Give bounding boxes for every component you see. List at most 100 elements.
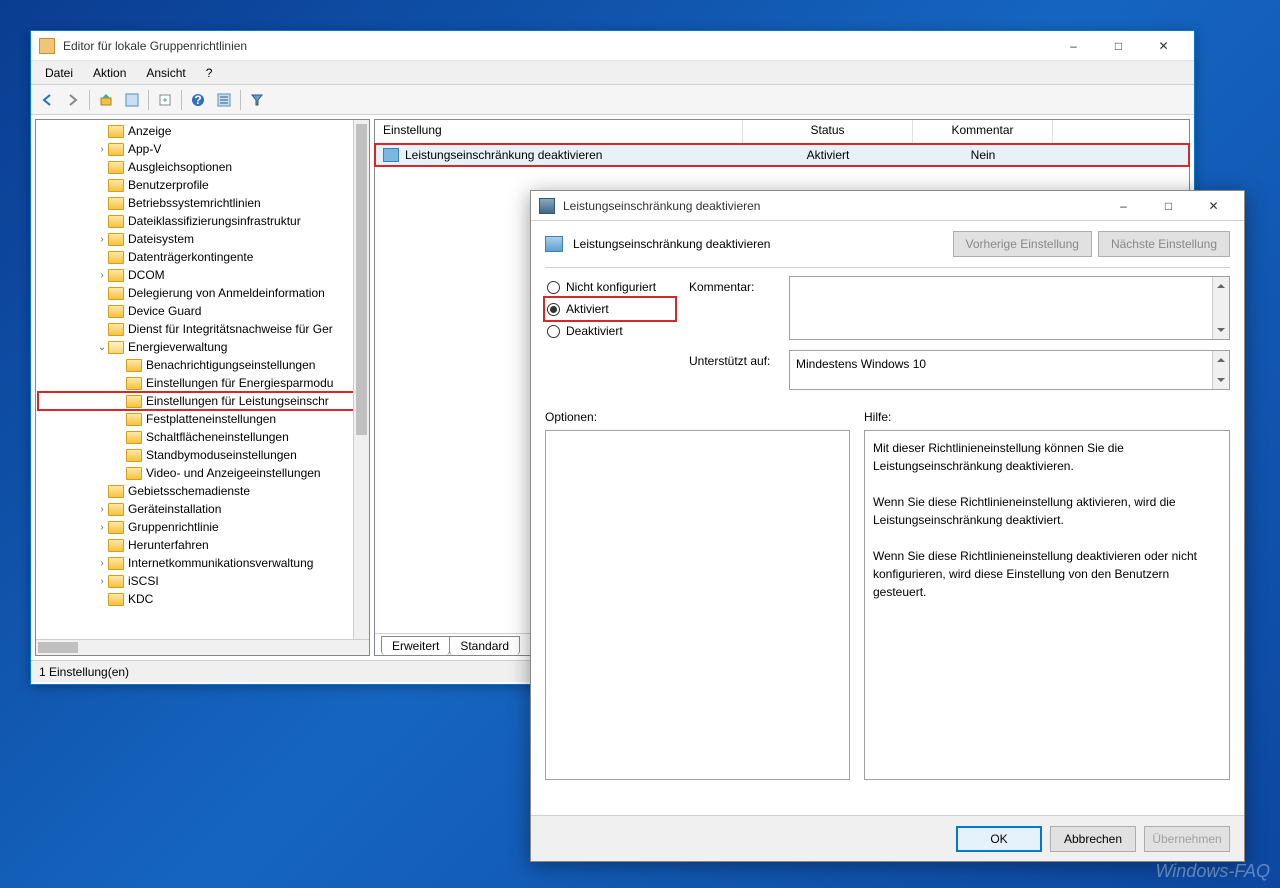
- dialog-minimize-button[interactable]: –: [1101, 192, 1146, 220]
- tab-extended[interactable]: Erweitert: [381, 636, 450, 655]
- folder-icon: [108, 575, 124, 588]
- tree-item-label: Dateisystem: [128, 232, 194, 246]
- tree-item[interactable]: ›Geräteinstallation: [38, 500, 367, 518]
- back-icon[interactable]: [35, 88, 59, 112]
- prev-setting-button[interactable]: Vorherige Einstellung: [953, 231, 1092, 257]
- scrollbar[interactable]: [1212, 277, 1229, 339]
- folder-icon: [108, 485, 124, 498]
- supported-textarea: Mindestens Windows 10: [789, 350, 1230, 390]
- nav-buttons: Vorherige Einstellung Nächste Einstellun…: [953, 231, 1230, 257]
- dialog-maximize-button[interactable]: □: [1146, 192, 1191, 220]
- policy-icon: [383, 148, 399, 162]
- tree-item-label: iSCSI: [128, 574, 159, 588]
- tree-item[interactable]: Dateiklassifizierungsinfrastruktur: [38, 212, 367, 230]
- tree-item[interactable]: Dienst für Integritätsnachweise für Ger: [38, 320, 367, 338]
- radio-enabled[interactable]: Aktiviert: [545, 298, 675, 320]
- properties-icon[interactable]: [120, 88, 144, 112]
- scrollbar[interactable]: [1212, 351, 1229, 389]
- tree-item[interactable]: Ausgleichsoptionen: [38, 158, 367, 176]
- folder-icon: [108, 233, 124, 246]
- help-icon[interactable]: ?: [186, 88, 210, 112]
- menu-action[interactable]: Aktion: [83, 64, 136, 82]
- col-comment[interactable]: Kommentar: [913, 120, 1053, 143]
- tab-standard[interactable]: Standard: [449, 636, 520, 655]
- tree-item-label: Datenträgerkontingente: [128, 250, 253, 264]
- ok-button[interactable]: OK: [956, 826, 1042, 852]
- expander-icon[interactable]: ⌄: [96, 342, 108, 353]
- up-icon[interactable]: [94, 88, 118, 112]
- comment-textarea[interactable]: [789, 276, 1230, 340]
- tree[interactable]: Anzeige›App-V Ausgleichsoptionen Benutzerp…: [36, 120, 369, 637]
- tree-item[interactable]: Anzeige: [38, 122, 367, 140]
- tree-item[interactable]: Benutzerprofile: [38, 176, 367, 194]
- expander-icon[interactable]: ›: [96, 576, 108, 587]
- filter-icon[interactable]: [245, 88, 269, 112]
- folder-icon: [126, 431, 142, 444]
- tree-item[interactable]: › iSCSI: [38, 572, 367, 590]
- radio-not-configured[interactable]: Nicht konfiguriert: [545, 276, 675, 298]
- dialog-titlebar[interactable]: Leistungseinschränkung deaktivieren – □ …: [531, 191, 1244, 221]
- list-icon[interactable]: [212, 88, 236, 112]
- radio-disabled[interactable]: Deaktiviert: [545, 320, 675, 342]
- tree-panel: Anzeige›App-V Ausgleichsoptionen Benutzerp…: [35, 119, 370, 656]
- folder-icon: [108, 143, 124, 156]
- apply-button[interactable]: Übernehmen: [1144, 826, 1230, 852]
- tree-item[interactable]: Betriebssystemrichtlinien: [38, 194, 367, 212]
- tree-scrollbar-vertical[interactable]: [353, 120, 369, 639]
- tree-item[interactable]: › Dateisystem: [38, 230, 367, 248]
- tree-item[interactable]: Festplatteneinstellungen: [38, 410, 367, 428]
- expander-icon[interactable]: ›: [96, 504, 108, 515]
- tree-item[interactable]: KDC: [38, 590, 367, 608]
- tree-item-label: Betriebssystemrichtlinien: [128, 196, 261, 210]
- folder-icon: [108, 215, 124, 228]
- tree-item-label: Herunterfahren: [128, 538, 209, 552]
- menu-help[interactable]: ?: [196, 64, 223, 82]
- tree-item[interactable]: Standbymoduseinstellungen: [38, 446, 367, 464]
- tree-item[interactable]: Herunterfahren: [38, 536, 367, 554]
- menu-file[interactable]: Datei: [35, 64, 83, 82]
- tree-item[interactable]: Delegierung von Anmeldeinformation: [38, 284, 367, 302]
- tree-scrollbar-horizontal[interactable]: [36, 639, 369, 655]
- export-icon[interactable]: [153, 88, 177, 112]
- expander-icon[interactable]: ›: [96, 558, 108, 569]
- tree-item[interactable]: Einstellungen für Leistungseinschr: [38, 392, 367, 410]
- expander-icon[interactable]: ›: [96, 270, 108, 281]
- expander-icon[interactable]: ›: [96, 234, 108, 245]
- main-titlebar[interactable]: Editor für lokale Gruppenrichtlinien – □…: [31, 31, 1194, 61]
- dialog-close-button[interactable]: ✕: [1191, 192, 1236, 220]
- tree-item[interactable]: ›DCOM: [38, 266, 367, 284]
- close-button[interactable]: ✕: [1141, 32, 1186, 60]
- tree-item[interactable]: › Gruppenrichtlinie: [38, 518, 367, 536]
- forward-icon[interactable]: [61, 88, 85, 112]
- tree-item[interactable]: Video- und Anzeigeeinstellungen: [38, 464, 367, 482]
- menu-view[interactable]: Ansicht: [136, 64, 195, 82]
- maximize-button[interactable]: □: [1096, 32, 1141, 60]
- col-status[interactable]: Status: [743, 120, 913, 143]
- tree-item-label: Gruppenrichtlinie: [128, 520, 219, 534]
- tree-item[interactable]: ›App-V: [38, 140, 367, 158]
- tree-item[interactable]: Benachrichtigungseinstellungen: [38, 356, 367, 374]
- cancel-button[interactable]: Abbrechen: [1050, 826, 1136, 852]
- next-setting-button[interactable]: Nächste Einstellung: [1098, 231, 1230, 257]
- expander-icon[interactable]: ›: [96, 522, 108, 533]
- policy-row[interactable]: Leistungseinschränkung deaktivieren Akti…: [375, 144, 1189, 166]
- minimize-button[interactable]: –: [1051, 32, 1096, 60]
- tree-item[interactable]: Datenträgerkontingente: [38, 248, 367, 266]
- tree-item[interactable]: Device Guard: [38, 302, 367, 320]
- tree-item[interactable]: ⌄Energieverwaltung: [38, 338, 367, 356]
- expander-icon[interactable]: ›: [96, 144, 108, 155]
- cell-setting-text: Leistungseinschränkung deaktivieren: [405, 148, 602, 162]
- folder-icon: [108, 251, 124, 264]
- tree-item-label: Festplatteneinstellungen: [146, 412, 276, 426]
- tree-item[interactable]: Schaltflächeneinstellungen: [38, 428, 367, 446]
- col-setting[interactable]: Einstellung: [375, 120, 743, 143]
- separator: [89, 90, 90, 110]
- tree-item[interactable]: › Internetkommunikationsverwaltung: [38, 554, 367, 572]
- folder-icon: [108, 503, 124, 516]
- tree-item[interactable]: Gebietsschemadienste: [38, 482, 367, 500]
- policy-name: Leistungseinschränkung deaktivieren: [573, 237, 770, 251]
- tree-item-label: Internetkommunikationsverwaltung: [128, 556, 313, 570]
- tree-item[interactable]: Einstellungen für Energiesparmodu: [38, 374, 367, 392]
- tree-item-label: Ausgleichsoptionen: [128, 160, 232, 174]
- tree-item-label: Device Guard: [128, 304, 201, 318]
